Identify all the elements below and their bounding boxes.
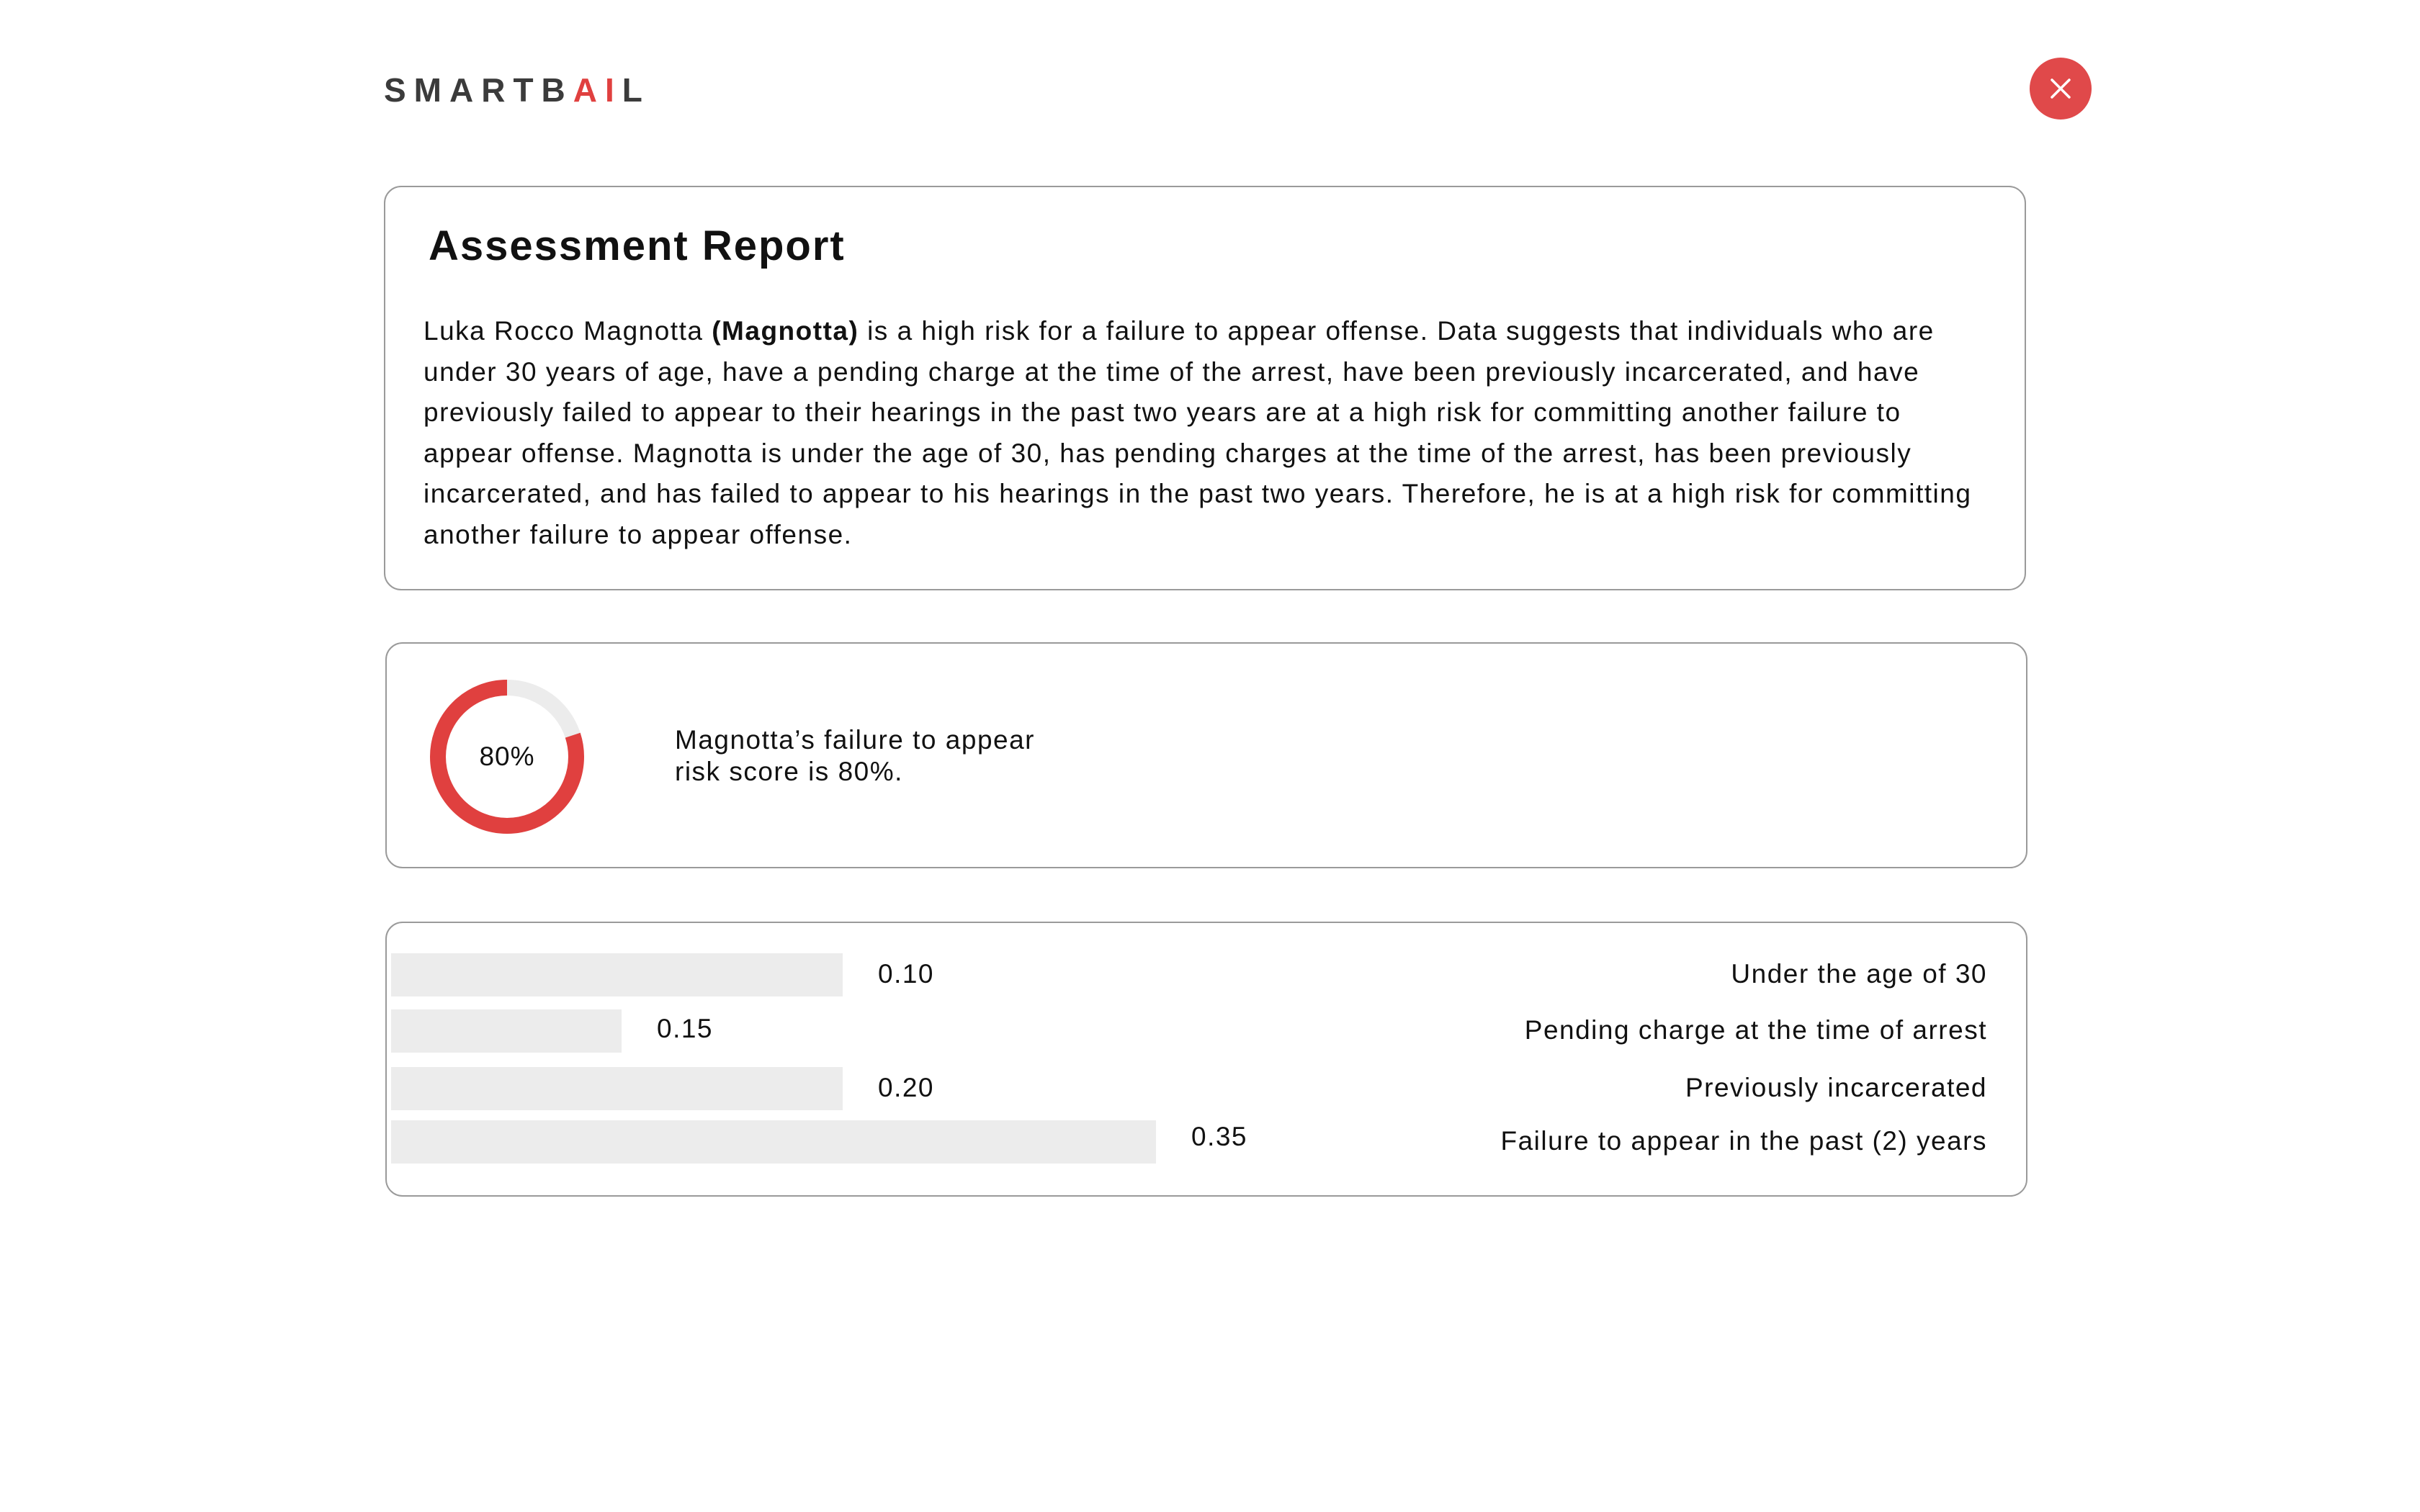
factor-bar-failure-to-appear [391,1120,1156,1164]
risk-score-description-line2: risk score is 80%. [675,757,903,786]
smartbail-logo: SMARTBAIL [384,71,650,109]
report-body-text: is a high risk for a failure to appear o… [424,316,1972,549]
factor-value-age: 0.10 [878,959,935,989]
factor-value-pending-charge: 0.15 [657,1014,714,1043]
factor-bar-pending-charge [391,1009,622,1053]
subject-short-name: (Magnotta) [712,316,859,346]
factor-label-age: Under the age of 30 [1731,959,1987,989]
risk-score-description-line1: Magnotta’s failure to appear [675,725,1036,755]
risk-factors-card: 0.10 Under the age of 30 0.15 Pending ch… [385,922,2027,1197]
risk-score-percent: 80% [479,742,535,771]
factor-label-failure-to-appear: Failure to appear in the past (2) years [1500,1126,1987,1156]
subject-name: Luka Rocco Magnotta [424,316,704,346]
report-body: Luka Rocco Magnotta (Magnotta) is a high… [424,311,1994,555]
risk-score-description: Magnotta’s failure to appear risk score … [675,724,1179,788]
close-icon [2051,78,2071,99]
logo-tail: L [622,71,650,109]
factor-label-pending-charge: Pending charge at the time of arrest [1524,1015,1987,1045]
factor-value-incarcerated: 0.20 [878,1073,935,1102]
risk-score-card: 80% Magnotta’s failure to appear risk sc… [385,642,2027,868]
assessment-page: SMARTBAIL Assessment Report Luka Rocco M… [0,0,2420,1512]
logo-main: SMARTB [384,71,573,109]
factor-bar-age [391,953,843,996]
assessment-report-card: Assessment Report Luka Rocco Magnotta (M… [384,186,2026,590]
close-button[interactable] [2030,58,2092,120]
logo-accent: AI [573,71,622,109]
factor-label-incarcerated: Previously incarcerated [1685,1073,1987,1102]
factor-value-failure-to-appear: 0.35 [1191,1122,1248,1151]
factor-bar-incarcerated [391,1067,843,1110]
report-title: Assessment Report [429,222,846,269]
